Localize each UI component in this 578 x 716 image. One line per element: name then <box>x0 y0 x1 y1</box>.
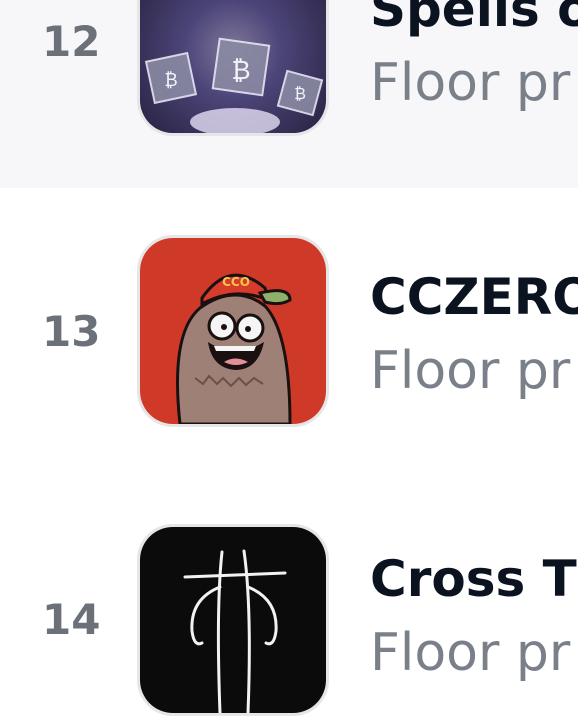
collection-name[interactable]: Cross T <box>370 550 577 608</box>
svg-text:₿: ₿ <box>231 56 250 86</box>
rank-number: 13 <box>42 307 101 356</box>
rank-number: 14 <box>42 595 101 644</box>
svg-text:₿: ₿ <box>294 84 306 103</box>
svg-text:₿: ₿ <box>164 70 177 91</box>
collection-thumbnail[interactable]: ₿ ₿ ₿ <box>137 0 329 136</box>
rank-number: 12 <box>42 17 101 66</box>
collection-thumbnail[interactable] <box>137 524 329 716</box>
floor-price-label: Floor pr <box>370 53 571 113</box>
collection-thumbnail[interactable]: CCO <box>137 235 329 427</box>
collection-row-14[interactable]: 14 Cross T Floor pr <box>0 478 578 716</box>
cap-text: CCO <box>222 275 250 289</box>
hooded-wizard-image: ₿ ₿ ₿ <box>140 0 326 133</box>
collection-name[interactable]: CCZERO <box>370 268 578 326</box>
collection-name[interactable]: Spells o <box>370 0 578 38</box>
floor-price-label: Floor pr <box>370 341 571 401</box>
line-figure-image <box>140 527 326 713</box>
collection-row-12[interactable]: 12 ₿ ₿ ₿ Spells o Floor pr <box>0 0 578 188</box>
cartoon-creature-image: CCO <box>140 238 326 424</box>
floor-price-label: Floor pr <box>370 623 571 683</box>
collection-row-13[interactable]: 13 CCO CCZERO Floor pr <box>0 188 578 478</box>
